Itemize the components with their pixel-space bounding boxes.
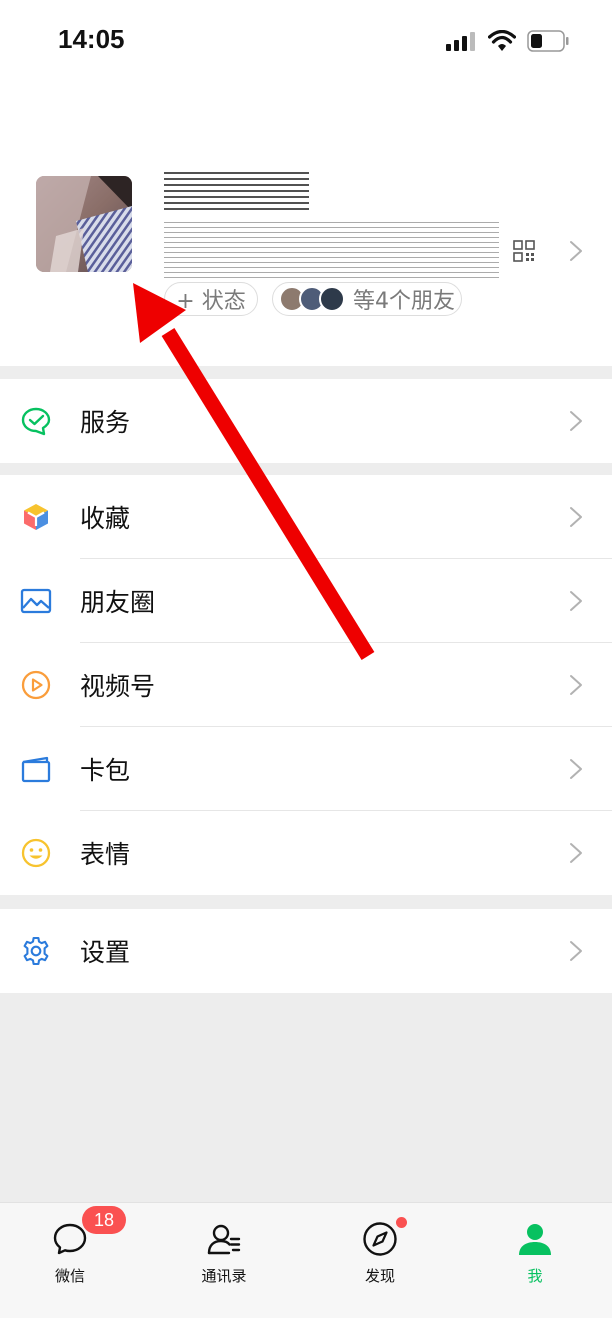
menu-item-label: 服务: [80, 408, 131, 437]
person-icon: [519, 1224, 551, 1255]
tab-contacts[interactable]: 通讯录: [164, 1203, 284, 1303]
tab-chats[interactable]: 18 微信: [10, 1203, 130, 1303]
tab-label: 发现: [364, 1267, 395, 1285]
chat-check-icon: [21, 407, 51, 436]
cellular-signal-icon: [446, 32, 475, 51]
menu-item-label: 视频号: [80, 672, 156, 701]
menu-item-channels[interactable]: 视频号: [0, 643, 612, 727]
tab-discover[interactable]: 发现: [320, 1203, 440, 1303]
menu-item-stickers[interactable]: 表情: [0, 811, 612, 895]
profile-avatar[interactable]: [36, 176, 132, 272]
smiley-icon: [21, 838, 51, 868]
tab-label: 我: [527, 1267, 543, 1285]
chevron-right-icon: [570, 675, 582, 695]
status-bar: 14:05: [0, 0, 612, 80]
menu-group-services: 服务: [0, 379, 612, 463]
friends-status-label: 等4个朋友: [353, 289, 455, 314]
compass-icon: [363, 1222, 397, 1256]
friends-status-button[interactable]: 等4个朋友: [272, 282, 462, 316]
chevron-right-icon: [570, 241, 582, 261]
chevron-right-icon: [570, 843, 582, 863]
chevron-right-icon: [570, 411, 582, 431]
tab-label: 通讯录: [201, 1267, 247, 1285]
profile-header[interactable]: + 状态 等4个朋友: [0, 80, 612, 366]
menu-item-label: 表情: [80, 840, 131, 869]
cube-icon: [24, 504, 48, 530]
profile-nickname-redacted: [164, 172, 309, 212]
menu-item-services[interactable]: 服务: [0, 379, 612, 463]
menu-group-settings: 设置: [0, 909, 612, 993]
menu-item-label: 朋友圈: [80, 588, 156, 617]
menu-item-cards[interactable]: 卡包: [0, 727, 612, 811]
profile-wechat-id-redacted: [164, 222, 499, 278]
menu-group-main: 收藏 朋友圈 视频号 卡包 表情: [0, 475, 612, 895]
play-circle-icon: [21, 670, 51, 700]
picture-icon: [20, 588, 52, 614]
menu-item-label: 收藏: [80, 504, 131, 533]
contacts-icon: [207, 1224, 241, 1255]
status-time: 14:05: [58, 24, 125, 54]
battery-icon: [527, 30, 569, 52]
menu-item-moments[interactable]: 朋友圈: [0, 559, 612, 643]
tab-me[interactable]: 我: [475, 1203, 595, 1303]
unread-badge: 18: [82, 1206, 126, 1234]
chevron-right-icon: [570, 941, 582, 961]
add-status-button[interactable]: + 状态: [164, 282, 258, 316]
wallet-icon: [21, 756, 51, 783]
bottom-tab-bar: 18 微信 通讯录 发现 我: [0, 1202, 612, 1318]
menu-item-label: 卡包: [80, 756, 131, 785]
chevron-right-icon: [570, 507, 582, 527]
qr-code-icon[interactable]: [513, 240, 535, 262]
menu-item-settings[interactable]: 设置: [0, 909, 612, 993]
notification-dot: [396, 1217, 407, 1228]
tab-label: 微信: [54, 1267, 85, 1285]
menu-item-favorites[interactable]: 收藏: [0, 475, 612, 559]
chevron-right-icon: [570, 759, 582, 779]
wifi-icon: [488, 30, 516, 51]
menu-item-label: 设置: [80, 938, 131, 967]
gear-icon: [23, 936, 49, 966]
friend-avatar: [319, 286, 345, 312]
chevron-right-icon: [570, 591, 582, 611]
